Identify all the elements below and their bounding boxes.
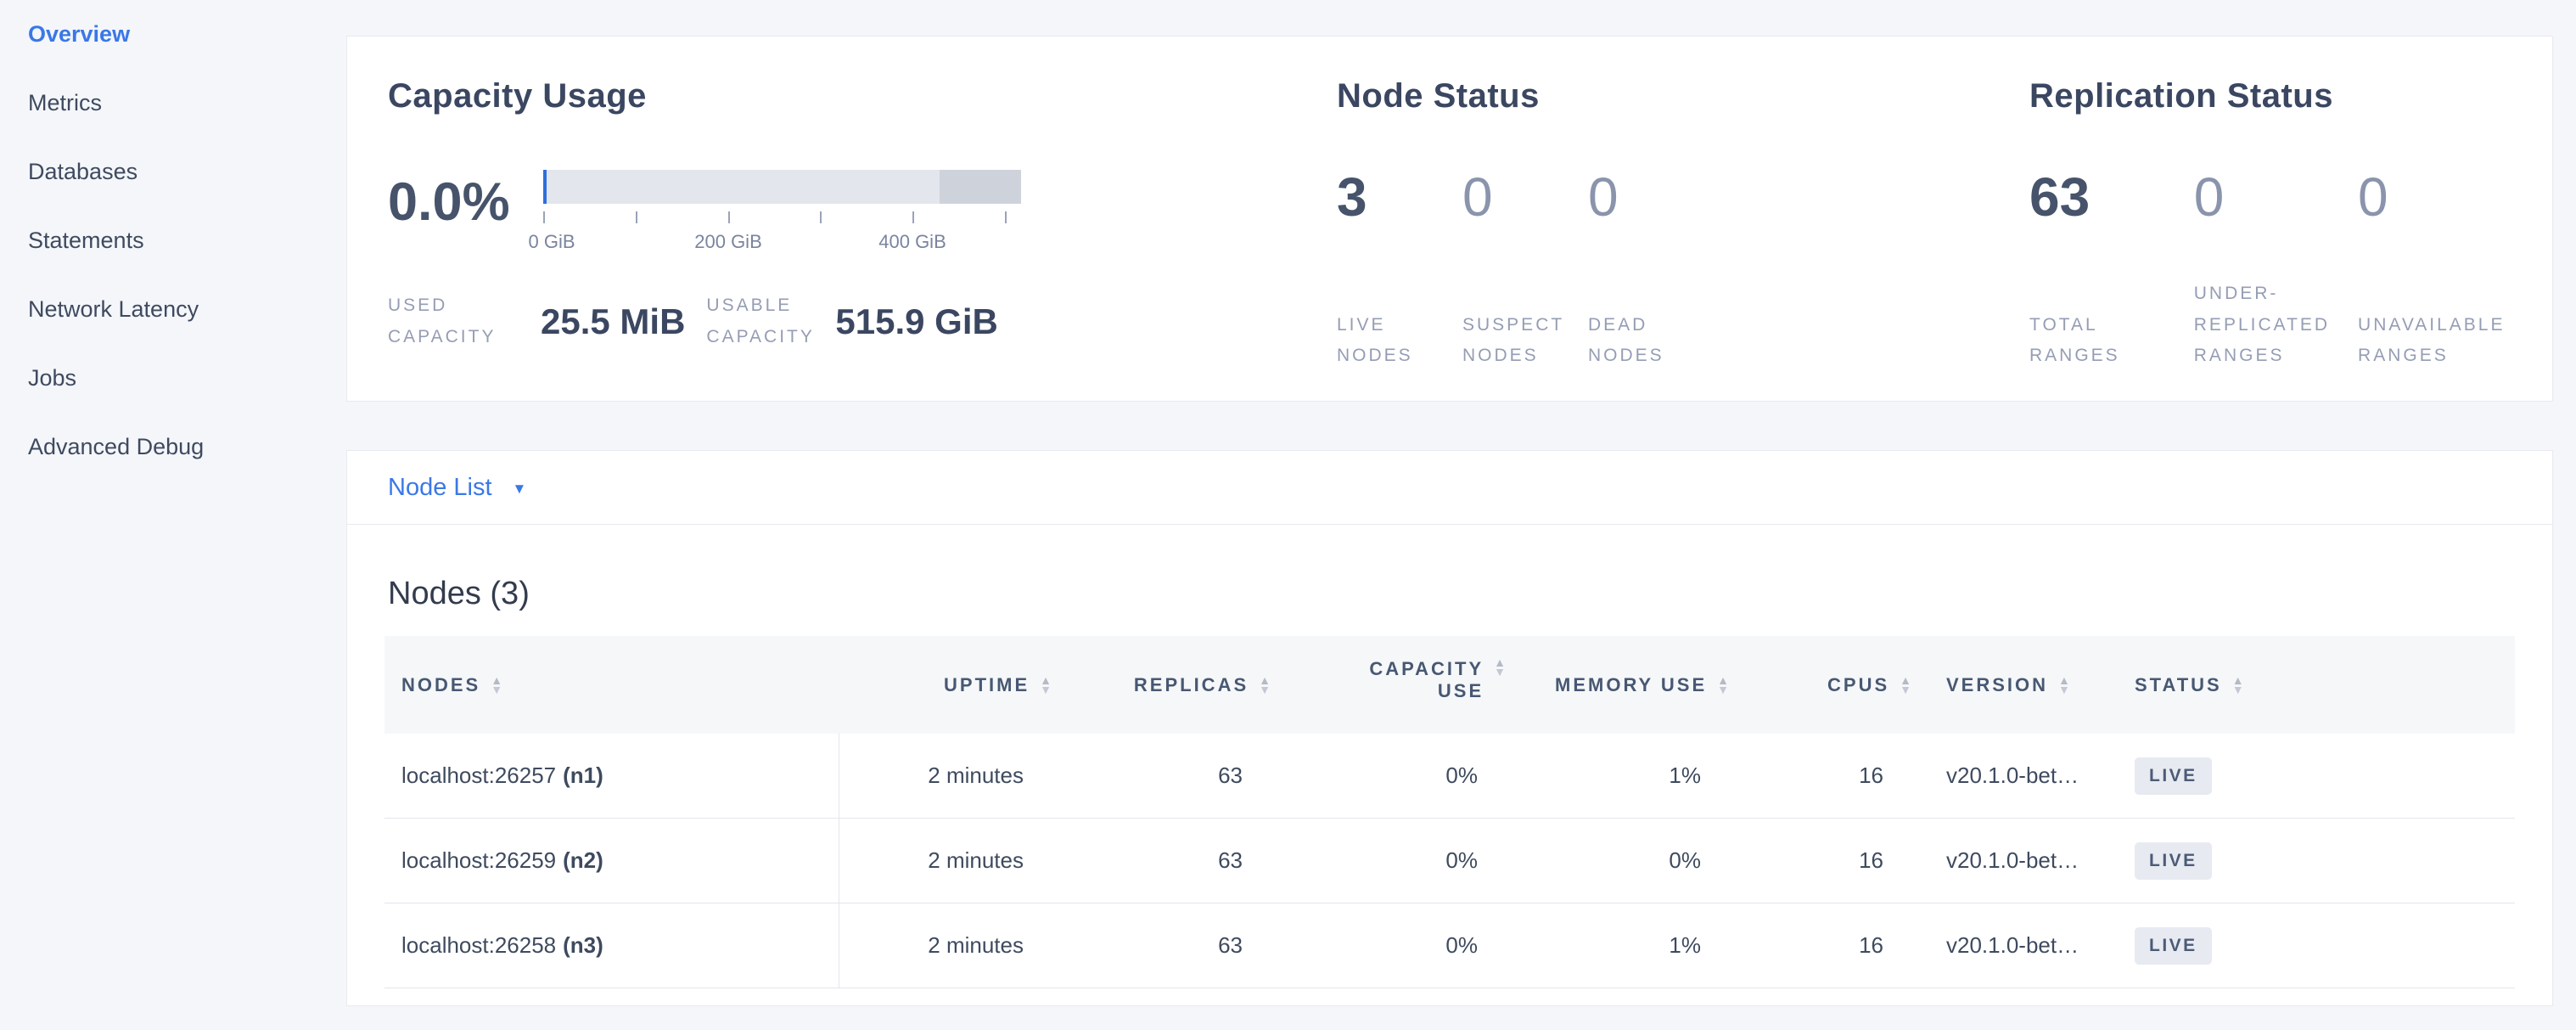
capacity-bar-reserved-segment [940, 170, 1021, 204]
memory-use-cell: 1% [1508, 903, 1731, 988]
total-ranges-stat: 63 TOTAL RANGES [2029, 170, 2139, 372]
replicas-cell: 63 [1054, 903, 1273, 988]
node-list-panel: Node List ▼ Nodes (3) NODES▲▼ UPTIME▲▼ R… [346, 450, 2553, 1006]
column-header-replicas[interactable]: REPLICAS▲▼ [1054, 636, 1273, 734]
node-id: (n1) [563, 763, 603, 789]
live-nodes-stat: 3 LIVE NODES [1337, 170, 1435, 372]
capacity-bar-chart: 0 GiB 200 GiB 400 GiB [543, 170, 1021, 253]
column-header-version[interactable]: VERSION▲▼ [1914, 636, 2126, 734]
nodes-count-heading: Nodes (3) [388, 576, 2552, 612]
sidebar-item-overview[interactable]: Overview [28, 21, 344, 90]
sort-icon[interactable]: ▲▼ [2232, 676, 2247, 695]
version-cell: v20.1.0-bet… [1914, 734, 2126, 818]
node-address: localhost:26259 [401, 847, 556, 874]
column-header-cpus[interactable]: CPUS▲▼ [1731, 636, 1914, 734]
sidebar-item-advanced-debug[interactable]: Advanced Debug [28, 434, 344, 503]
under-replicated-ranges-stat: 0 UNDER-REPLICATED RANGES [2194, 170, 2345, 372]
cpus-cell: 16 [1731, 819, 1914, 903]
replication-status-section: Replication Status 63 TOTAL RANGES 0 UND… [2029, 37, 2539, 372]
node-id: (n2) [563, 847, 603, 874]
capacity-axis: 0 GiB 200 GiB 400 GiB [543, 204, 1021, 253]
dead-nodes-stat: 0 DEAD NODES [1588, 170, 1686, 372]
usable-capacity-label: USABLE CAPACITY [706, 290, 835, 353]
cpus-cell: 16 [1731, 903, 1914, 988]
replicas-cell: 63 [1054, 819, 1273, 903]
node-status-section: Node Status 3 LIVE NODES 0 SUSPECT NODES… [1337, 37, 1812, 372]
node-address: localhost:26258 [401, 932, 556, 959]
column-header-status[interactable]: STATUS▲▼ [2126, 636, 2515, 734]
node-status-title: Node Status [1337, 77, 1812, 115]
column-header-uptime[interactable]: UPTIME▲▼ [839, 636, 1054, 734]
column-header-memory-use[interactable]: MEMORY USE▲▼ [1508, 636, 1731, 734]
suspect-nodes-stat: 0 SUSPECT NODES [1462, 170, 1561, 372]
sort-icon[interactable]: ▲▼ [2058, 676, 2073, 695]
table-row-node-3[interactable]: localhost:26258 (n3) 2 minutes 63 0% 1% 1… [384, 903, 2515, 988]
axis-label-400: 400 GiB [878, 231, 946, 253]
node-id: (n3) [563, 932, 603, 959]
chevron-down-icon: ▼ [513, 481, 527, 498]
sidebar: Overview Metrics Databases Statements Ne… [0, 0, 344, 1030]
memory-use-cell: 1% [1508, 734, 1731, 818]
used-capacity-value: 25.5 MiB [541, 301, 685, 342]
nodes-table-header: NODES▲▼ UPTIME▲▼ REPLICAS▲▼ CAPACITY USE… [384, 636, 2515, 734]
capacity-usage-section: Capacity Usage 0.0% 0 GiB 200 GiB 400 [388, 37, 1322, 353]
sidebar-item-jobs[interactable]: Jobs [28, 365, 344, 434]
capacity-bar [543, 170, 1021, 204]
capacity-use-cell: 0% [1273, 819, 1508, 903]
column-header-nodes[interactable]: NODES▲▼ [384, 636, 839, 734]
sort-icon[interactable]: ▲▼ [1717, 676, 1731, 695]
node-address: localhost:26257 [401, 763, 556, 789]
table-row-node-1[interactable]: localhost:26257 (n1) 2 minutes 63 0% 1% 1… [384, 734, 2515, 819]
uptime-cell: 2 minutes [839, 903, 1054, 988]
memory-use-cell: 0% [1508, 819, 1731, 903]
axis-label-0: 0 GiB [528, 231, 575, 253]
uptime-cell: 2 minutes [839, 819, 1054, 903]
axis-label-200: 200 GiB [694, 231, 762, 253]
column-header-capacity-use[interactable]: CAPACITY USE▲▼ [1273, 636, 1508, 734]
status-badge: LIVE [2135, 927, 2212, 965]
node-list-dropdown-label: Node List [388, 474, 492, 502]
sidebar-item-statements[interactable]: Statements [28, 228, 344, 296]
uptime-cell: 2 minutes [839, 734, 1054, 818]
capacity-bar-used-segment [543, 170, 547, 204]
capacity-use-cell: 0% [1273, 903, 1508, 988]
status-badge: LIVE [2135, 842, 2212, 880]
sidebar-item-databases[interactable]: Databases [28, 159, 344, 228]
sort-icon[interactable]: ▲▼ [491, 676, 505, 695]
sidebar-item-network-latency[interactable]: Network Latency [28, 296, 344, 365]
node-list-dropdown[interactable]: Node List ▼ [347, 451, 2552, 525]
capacity-usage-title: Capacity Usage [388, 77, 1322, 115]
sort-icon[interactable]: ▲▼ [1259, 676, 1273, 695]
nodes-table: NODES▲▼ UPTIME▲▼ REPLICAS▲▼ CAPACITY USE… [384, 636, 2515, 988]
unavailable-ranges-stat: 0 UNAVAILABLE RANGES [2358, 170, 2539, 372]
capacity-used-percent: 0.0% [388, 172, 543, 233]
cluster-summary-panel: Capacity Usage 0.0% 0 GiB 200 GiB 400 [346, 36, 2553, 402]
version-cell: v20.1.0-bet… [1914, 819, 2126, 903]
replicas-cell: 63 [1054, 734, 1273, 818]
sort-icon[interactable]: ▲▼ [1494, 658, 1508, 677]
cpus-cell: 16 [1731, 734, 1914, 818]
sidebar-item-metrics[interactable]: Metrics [28, 90, 344, 159]
replication-status-title: Replication Status [2029, 77, 2539, 115]
table-row-node-2[interactable]: localhost:26259 (n2) 2 minutes 63 0% 0% 1… [384, 819, 2515, 903]
sort-icon[interactable]: ▲▼ [1040, 676, 1054, 695]
capacity-use-cell: 0% [1273, 734, 1508, 818]
version-cell: v20.1.0-bet… [1914, 903, 2126, 988]
usable-capacity-value: 515.9 GiB [835, 301, 997, 342]
sort-icon[interactable]: ▲▼ [1900, 676, 1914, 695]
status-badge: LIVE [2135, 757, 2212, 795]
used-capacity-label: USED CAPACITY [388, 290, 517, 353]
